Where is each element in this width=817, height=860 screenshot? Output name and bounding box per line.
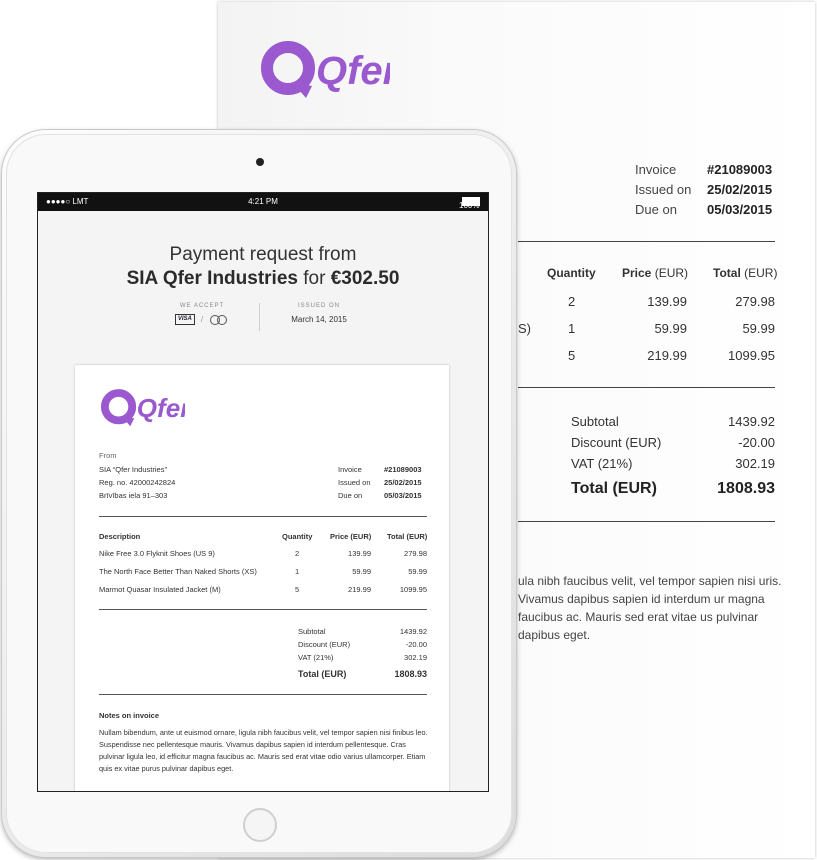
row-qty: 1 xyxy=(568,321,576,336)
from-company: SIA “Qfer Industries” xyxy=(99,465,167,474)
meta-label: Due on xyxy=(338,491,363,500)
summary-value: 1439.92 xyxy=(399,627,427,636)
divider xyxy=(518,241,775,242)
col-price: Price (EUR) xyxy=(330,532,372,541)
separator: / xyxy=(200,315,204,324)
from-address: Brīvības iela 91–303 xyxy=(99,491,168,500)
row-qty: 2 xyxy=(568,294,576,309)
col-price: Price (EUR) xyxy=(622,266,689,280)
row-total: 1099.95 xyxy=(399,585,427,594)
col-description: Description xyxy=(99,532,141,541)
row-price: 219.99 xyxy=(647,348,687,363)
summary-value: -20.00 xyxy=(405,640,427,649)
invoice-card[interactable]: Qfer From SIA “Qfer Industries” Reg. no.… xyxy=(75,365,449,791)
clock: 4:21 PM xyxy=(248,197,278,206)
row-total: 59.99 xyxy=(742,321,775,336)
divider xyxy=(99,516,427,517)
row-price: 139.99 xyxy=(647,294,687,309)
camera-icon xyxy=(256,158,264,166)
issued-block: ISSUED ON March 14, 2015 xyxy=(274,303,364,324)
mastercard-icon xyxy=(209,314,229,325)
total-value: 1808.93 xyxy=(717,480,775,497)
summary-value: 302.19 xyxy=(735,456,775,471)
row-price: 59.99 xyxy=(352,567,371,576)
summary-value: 1439.92 xyxy=(728,414,775,429)
notes-text: Nullam bibendum, ante ut euismod ornare,… xyxy=(99,728,428,773)
row-qty: 5 xyxy=(295,585,300,594)
row-qty: 5 xyxy=(568,348,576,363)
meta-label: Due on xyxy=(635,202,677,217)
summary-label: Subtotal xyxy=(571,414,619,429)
meta-value: 05/03/2015 xyxy=(384,491,422,500)
row-price: 59.99 xyxy=(654,321,687,336)
issued-value: March 14, 2015 xyxy=(291,315,347,324)
logo-text: Qfer xyxy=(316,49,390,93)
row-desc: Marmot Quasar Insulated Jacket (M) xyxy=(99,585,221,594)
we-accept-block: WE ACCEPT VISA / xyxy=(162,303,242,325)
meta-value: 25/02/2015 xyxy=(384,478,422,487)
summary-label: VAT (21%) xyxy=(571,456,633,471)
row-qty: 1 xyxy=(295,567,300,576)
row-total: 279.98 xyxy=(404,549,427,558)
summary-label: VAT (21%) xyxy=(298,653,334,662)
summary-value: 302.19 xyxy=(404,653,427,662)
meta-value: 25/02/2015 xyxy=(707,182,773,197)
divider xyxy=(99,694,427,695)
home-button[interactable] xyxy=(243,808,277,842)
meta-label: Invoice xyxy=(635,162,677,177)
status-bar: ●●●●○ LMT 4:21 PM 100% xyxy=(38,193,488,211)
meta-value: 05/03/2015 xyxy=(707,202,773,217)
we-accept-label: WE ACCEPT xyxy=(179,303,225,309)
col-total: Total (EUR) xyxy=(713,266,778,280)
col-quantity: Quantity xyxy=(282,532,313,541)
company-name: SIA Qfer Industries xyxy=(126,268,298,289)
qfer-logo: Qfer xyxy=(258,38,401,107)
logo-text: Qfer xyxy=(137,393,185,423)
summary-label: Discount (EUR) xyxy=(571,435,662,450)
row-desc-fragment: S) xyxy=(518,321,531,336)
total-label: Total (EUR) xyxy=(571,480,657,497)
title-line: Payment request from xyxy=(169,244,357,265)
summary-label: Discount (EUR) xyxy=(298,640,351,649)
from-label: From xyxy=(99,451,117,460)
col-quantity: Quantity xyxy=(547,266,596,280)
meta-label: Issued on xyxy=(635,182,692,197)
total-label: Total (EUR) xyxy=(298,669,347,679)
meta-label: Issued on xyxy=(338,478,371,487)
total-value: 1808.93 xyxy=(394,669,427,679)
for-word: for xyxy=(303,268,326,289)
request-meta: WE ACCEPT VISA / ISSUED ON March 14, 201… xyxy=(38,303,488,343)
divider xyxy=(259,303,260,331)
row-qty: 2 xyxy=(295,549,300,558)
meta-value: #21089003 xyxy=(384,465,422,474)
title-line-2: SIA Qfer Industries for €302.50 xyxy=(38,267,488,291)
col-total: Total (EUR) xyxy=(387,532,428,541)
divider xyxy=(518,387,775,388)
ipad-screen: ●●●●○ LMT 4:21 PM 100% Payment request f… xyxy=(37,192,489,792)
meta-label: Invoice xyxy=(338,465,362,474)
row-price: 139.99 xyxy=(348,549,371,558)
battery-indicator: 100% xyxy=(459,197,480,210)
summary-label: Subtotal xyxy=(298,627,326,636)
row-total: 59.99 xyxy=(408,567,427,576)
row-total: 1099.95 xyxy=(728,348,775,363)
meta-value: #21089003 xyxy=(707,162,773,177)
notes-title: Notes on invoice xyxy=(99,711,160,720)
row-price: 219.99 xyxy=(348,585,371,594)
amount: €302.50 xyxy=(330,268,400,289)
notes-text: ula nibh faucibus velit, vel tempor sapi… xyxy=(518,574,782,642)
ipad-device: ●●●●○ LMT 4:21 PM 100% Payment request f… xyxy=(2,130,516,857)
divider xyxy=(518,521,775,522)
row-desc: The North Face Better Than Naked Shorts … xyxy=(99,567,257,576)
qfer-logo: Qfer xyxy=(99,387,192,434)
from-reg: Reg. no. 42000242824 xyxy=(99,478,176,487)
row-desc: Nike Free 3.0 Flyknit Shoes (US 9) xyxy=(99,549,215,558)
payment-request-title: Payment request from SIA Qfer Industries… xyxy=(38,243,488,291)
summary-value: -20.00 xyxy=(738,435,775,450)
issued-label: ISSUED ON xyxy=(297,303,340,309)
visa-icon: VISA xyxy=(174,314,195,325)
divider xyxy=(99,609,427,610)
row-total: 279.98 xyxy=(735,294,775,309)
